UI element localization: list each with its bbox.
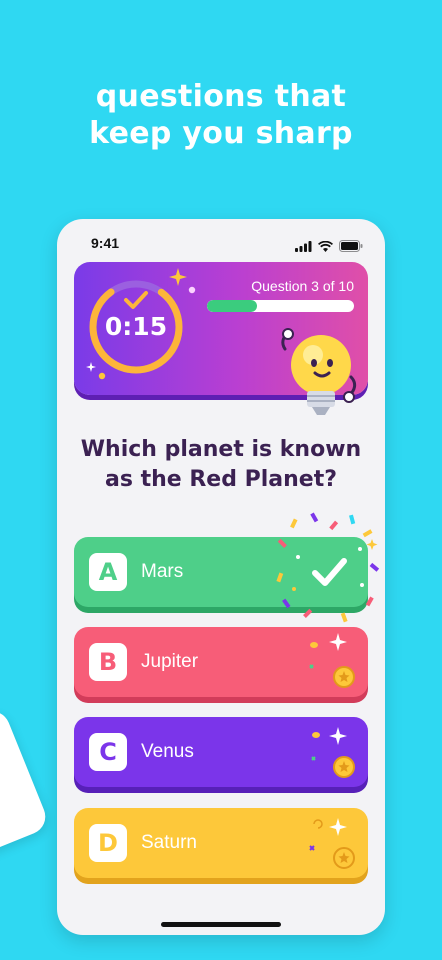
question-progress-fill — [207, 300, 257, 312]
question-line-1: Which planet is known — [80, 437, 362, 462]
correct-check-icon — [312, 558, 347, 586]
answer-label-d: Saturn — [141, 832, 197, 853]
question-progress-bar — [207, 300, 354, 312]
headline-line-1: questions that — [95, 79, 347, 114]
sparkle-icon — [98, 372, 106, 380]
answer-label-b: Jupiter — [141, 651, 199, 672]
status-bar: 9:41 — [57, 219, 385, 263]
answer-letter-c: C — [89, 733, 127, 771]
sparkle-icon — [188, 286, 196, 294]
answer-label-c: Venus — [141, 741, 194, 762]
answer-letter-a: A — [89, 553, 127, 591]
timer-value: 0:15 — [104, 312, 168, 341]
quiz-header-card: 0:15 Question 3 of 10 — [74, 262, 368, 415]
coin-sparkle-icon — [311, 727, 355, 778]
wifi-icon — [317, 237, 334, 256]
coin-sparkle-icon — [309, 818, 355, 869]
status-time: 9:41 — [91, 235, 120, 251]
headline-line-2: keep you sharp — [89, 116, 353, 151]
question-line-2: as the Red Planet? — [105, 467, 337, 492]
lightbulb-mascot-icon — [281, 328, 357, 415]
promo-headline: questions that keep you sharp — [0, 78, 442, 152]
answer-option-b[interactable]: B Jupiter — [74, 627, 368, 697]
battery-icon — [339, 237, 363, 256]
answer-letter-d: D — [89, 824, 127, 862]
coin-sparkle-icon — [309, 633, 355, 688]
home-indicator[interactable] — [161, 922, 281, 927]
answer-option-a[interactable]: A Mars — [74, 512, 380, 623]
answer-option-d[interactable]: D Saturn — [74, 808, 368, 878]
signal-icon — [295, 237, 312, 256]
phone-screen: 9:41 0:15 Question 3 of 10 Which planet … — [57, 219, 385, 935]
question-text: Which planet is known as the Red Planet? — [57, 435, 385, 495]
answer-letter-b: B — [89, 643, 127, 681]
answer-label-a: Mars — [141, 561, 184, 582]
status-icons — [295, 237, 363, 256]
sparkle-icon — [169, 268, 187, 286]
question-counter: Question 3 of 10 — [251, 278, 354, 294]
sparkle-icon — [86, 362, 96, 372]
background-card — [0, 706, 51, 864]
answer-option-c[interactable]: C Venus — [74, 717, 368, 787]
